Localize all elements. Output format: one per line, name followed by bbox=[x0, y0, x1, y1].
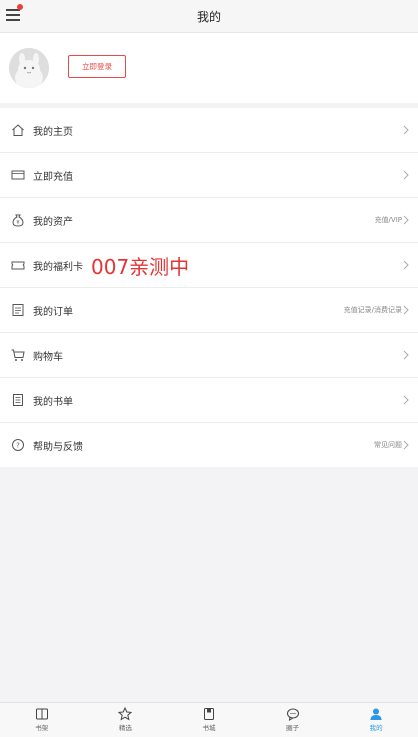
svg-text:¥: ¥ bbox=[16, 220, 19, 226]
menu-item-cart[interactable]: 购物车 bbox=[0, 333, 418, 378]
menu-item-label: 我的资产 bbox=[33, 217, 73, 228]
tab-featured[interactable]: 精选 bbox=[84, 703, 168, 737]
menu-item-booklist[interactable]: 我的书单 bbox=[0, 378, 418, 423]
menu-item-hint: 充值记录/消费记录 bbox=[343, 306, 402, 314]
star-icon bbox=[118, 707, 133, 721]
menu-item-welfare-card[interactable]: 我的福利卡 007亲测中 bbox=[0, 243, 418, 288]
tab-label: 书架 bbox=[35, 724, 49, 732]
overlay-watermark-text: 007亲测中 bbox=[91, 255, 190, 279]
bookstore-icon bbox=[203, 708, 214, 720]
tab-label: 我的 bbox=[369, 724, 383, 732]
tab-circle[interactable]: 圈子 bbox=[251, 703, 335, 737]
bottom-tab-bar: 书架 精选 书城 圈子 我的 bbox=[0, 702, 418, 737]
page-title: 我的 bbox=[196, 10, 221, 24]
menu-list: 我的主页 立即充值 ¥ 我的资产 充值/VIP 我的福利卡 007亲测中 我的订… bbox=[0, 108, 418, 467]
tab-label: 书城 bbox=[202, 724, 216, 732]
order-icon bbox=[12, 304, 24, 316]
tab-bookstore[interactable]: 书城 bbox=[167, 703, 251, 737]
menu-item-assets[interactable]: ¥ 我的资产 充值/VIP bbox=[0, 198, 418, 243]
chevron-right-icon bbox=[403, 350, 409, 360]
menu-item-label: 购物车 bbox=[33, 352, 63, 363]
menu-item-recharge[interactable]: 立即充值 bbox=[0, 153, 418, 198]
menu-item-label: 我的主页 bbox=[33, 127, 73, 138]
booklist-icon bbox=[13, 394, 23, 406]
help-icon: ? bbox=[12, 439, 24, 451]
svg-text:?: ? bbox=[16, 442, 20, 450]
menu-item-label: 我的订单 bbox=[33, 307, 73, 318]
menu-item-label: 帮助与反馈 bbox=[33, 442, 83, 453]
menu-item-label: 我的福利卡 bbox=[33, 262, 83, 273]
money-bag-icon: ¥ bbox=[12, 214, 24, 227]
menu-item-orders[interactable]: 我的订单 充值记录/消费记录 bbox=[0, 288, 418, 333]
tab-bookshelf[interactable]: 书架 bbox=[0, 703, 84, 737]
chevron-right-icon bbox=[403, 215, 409, 225]
tab-label: 圈子 bbox=[286, 724, 300, 732]
chevron-right-icon bbox=[403, 260, 409, 270]
user-icon bbox=[370, 708, 382, 720]
menu-item-hint: 常见问题 bbox=[374, 441, 402, 449]
chevron-right-icon bbox=[403, 305, 409, 315]
chevron-right-icon bbox=[403, 125, 409, 135]
chevron-right-icon bbox=[403, 170, 409, 180]
menu-item-label: 我的书单 bbox=[33, 397, 73, 408]
chat-icon bbox=[286, 708, 299, 721]
cart-icon bbox=[11, 349, 25, 361]
bookshelf-icon bbox=[35, 708, 48, 720]
header: 我的 bbox=[0, 0, 418, 33]
card-icon bbox=[11, 170, 25, 180]
menu-item-help[interactable]: ? 帮助与反馈 常见问题 bbox=[0, 423, 418, 467]
tab-mine[interactable]: 我的 bbox=[334, 703, 418, 737]
login-button[interactable]: 立即登录 bbox=[68, 55, 126, 78]
chevron-right-icon bbox=[403, 395, 409, 405]
tab-label: 精选 bbox=[118, 724, 132, 732]
menu-item-label: 立即充值 bbox=[33, 172, 73, 183]
ticket-icon bbox=[11, 261, 25, 270]
default-avatar-icon[interactable] bbox=[9, 48, 49, 88]
profile-section: 立即登录 bbox=[0, 33, 418, 103]
menu-item-homepage[interactable]: 我的主页 bbox=[0, 108, 418, 153]
chevron-right-icon bbox=[403, 440, 409, 450]
home-icon bbox=[12, 124, 24, 136]
menu-item-hint: 充值/VIP bbox=[374, 216, 402, 224]
